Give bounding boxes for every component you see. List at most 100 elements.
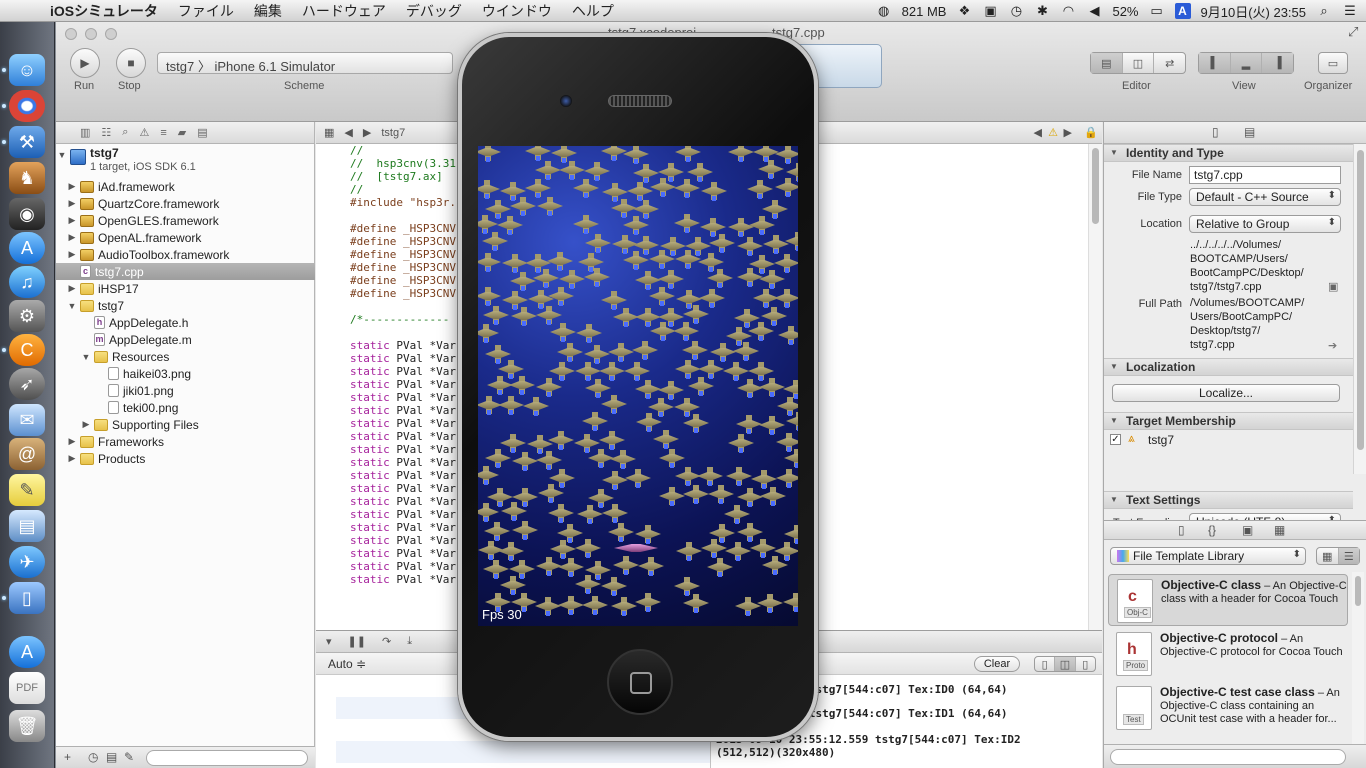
jump-project-crumb[interactable]: tstg7 (381, 127, 405, 139)
lock-icon[interactable]: 🔒 (1084, 126, 1098, 139)
minimize-window-button[interactable] (85, 28, 97, 40)
navigator-item[interactable]: ▼ tstg7 (56, 297, 315, 314)
navigator-item[interactable]: ▶ Frameworks (56, 433, 315, 450)
menu-help[interactable]: ヘルプ (562, 1, 624, 21)
ios-simulator-icon[interactable]: ▯ (9, 582, 45, 614)
app-store-icon[interactable]: A (9, 232, 45, 264)
navigator-item[interactable]: ▶ QuartzCore.framework (56, 195, 315, 212)
pdf-document-icon[interactable]: PDF (9, 672, 45, 704)
editor-scrollbar[interactable] (1088, 144, 1102, 630)
organizer-button[interactable]: ▭ (1318, 52, 1348, 74)
launchpad-icon[interactable]: ➶ (9, 368, 45, 400)
disclosure-closed-icon[interactable]: ▶ (66, 453, 78, 464)
variables-only-icon[interactable]: ▯ (1035, 657, 1056, 671)
file-template-item[interactable]: c Obj-C Objective-C class – An Objective-C… (1108, 574, 1348, 626)
log-navigator-icon[interactable]: ▤ (197, 126, 207, 139)
image-capture-icon[interactable]: ▤ (9, 510, 45, 542)
navigator-item[interactable]: haikei03.png (56, 365, 315, 382)
identity-section-header[interactable]: Identity and Type (1104, 144, 1353, 162)
text-settings-header[interactable]: Text Settings (1104, 491, 1353, 509)
navigator-item[interactable]: teki00.png (56, 399, 315, 416)
memory-usage[interactable]: 821 MB (902, 4, 947, 19)
next-issue-icon[interactable]: ▶ (1064, 126, 1072, 139)
volume-icon[interactable]: ◀ (1086, 3, 1102, 19)
project-root-row[interactable]: ▼ tstg7 1 target, iOS SDK 6.1 (56, 146, 315, 176)
file-template-library-icon[interactable]: ▯ (1178, 523, 1185, 537)
assistant-editor-icon[interactable]: ◫ (1123, 53, 1155, 73)
library-filter-input[interactable] (1110, 749, 1346, 765)
inspector-scroll-thumb[interactable] (1357, 150, 1364, 450)
variables-scope-select[interactable]: Auto ≑ (328, 657, 366, 671)
navigator-item[interactable]: jiki01.png (56, 382, 315, 399)
navigator-item[interactable]: ▶ Products (56, 450, 315, 467)
thunderbird-icon[interactable]: ✈ (9, 546, 45, 578)
scheme-selector[interactable]: tstg7 〉 iPhone 6.1 Simulator (157, 52, 453, 74)
time-machine-icon[interactable]: ◷ (1008, 3, 1024, 19)
file-template-item[interactable]: Test Objective-C test case class – An Obj… (1108, 682, 1348, 734)
preview-icon[interactable]: ✉ (9, 404, 45, 436)
console-only-icon[interactable]: ▯ (1076, 657, 1095, 671)
clock[interactable]: 9月10日(火) 23:55 (1201, 2, 1307, 21)
forward-icon[interactable]: ▶ (363, 126, 371, 139)
navigator-item[interactable]: ▶ Supporting Files (56, 416, 315, 433)
monitor-icon[interactable]: ▣ (982, 3, 998, 19)
disclosure-open-icon[interactable]: ▼ (80, 352, 92, 362)
choose-file-icon[interactable]: ▣ (1328, 280, 1338, 293)
menu-hardware[interactable]: ハードウェア (292, 1, 396, 21)
recent-files-icon[interactable]: ◷ (88, 750, 98, 764)
target-membership-header[interactable]: Target Membership (1104, 412, 1353, 430)
editor-scroll-thumb[interactable] (1092, 148, 1099, 224)
library-view-toggle[interactable]: ▦ ☰ (1316, 547, 1360, 565)
hide-debug-area-icon[interactable]: ▾ (326, 635, 332, 648)
object-library-icon[interactable]: ▣ (1242, 523, 1253, 537)
file-type-popup[interactable]: Default - C++ Source (1189, 188, 1341, 206)
library-type-popup[interactable]: File Template Library (1110, 547, 1306, 565)
add-file-icon[interactable]: + (64, 750, 71, 764)
clear-console-button[interactable]: Clear (974, 656, 1020, 672)
menu-edit[interactable]: 編集 (244, 1, 292, 21)
unsaved-filter-icon[interactable]: ✎ (124, 750, 134, 764)
source-control-filter-icon[interactable]: ▤ (106, 750, 117, 764)
xcode-icon[interactable]: ⚒ (9, 126, 45, 158)
project-navigator-icon[interactable]: ▥ (80, 126, 90, 139)
stickies-icon[interactable]: ✎ (9, 474, 45, 506)
issue-navigator-icon[interactable]: ⚠ (139, 126, 149, 139)
split-view-icon[interactable]: ◫ (1055, 657, 1076, 671)
navigator-item[interactable]: m AppDelegate.m (56, 331, 315, 348)
editor-mode-control[interactable]: ▤ ◫ ⇄ (1090, 52, 1186, 74)
reveal-in-finder-icon[interactable]: ➔ (1328, 339, 1337, 352)
disclosure-closed-icon[interactable]: ▶ (66, 198, 78, 209)
warning-icon[interactable]: ⚠ (1048, 126, 1058, 139)
library-scrollbar[interactable] (1352, 572, 1364, 748)
stop-button[interactable]: ■ (116, 48, 146, 78)
disclosure-closed-icon[interactable]: ▶ (80, 419, 92, 430)
step-into-icon[interactable]: ⤓ (407, 635, 412, 648)
close-window-button[interactable] (65, 28, 77, 40)
address-book-icon[interactable]: @ (9, 438, 45, 470)
location-popup[interactable]: Relative to Group (1189, 215, 1341, 233)
menu-file[interactable]: ファイル (168, 1, 244, 21)
navigator-item[interactable]: ▶ iHSP17 (56, 280, 315, 297)
run-button[interactable]: ▶ (70, 48, 100, 78)
file-inspector-icon[interactable]: ▯ (1212, 125, 1219, 139)
bluetooth-icon[interactable]: ✱ (1034, 3, 1050, 19)
navigator-item[interactable]: ▼ Resources (56, 348, 315, 365)
previous-issue-icon[interactable]: ◀ (1034, 126, 1042, 139)
notification-center-icon[interactable]: ☰ (1342, 3, 1358, 19)
fullscreen-icon[interactable]: ⤢ (1348, 24, 1358, 40)
simulator-screen[interactable]: Fps 30 (478, 146, 798, 626)
disclosure-open-icon[interactable]: ▼ (56, 150, 68, 160)
home-button[interactable] (607, 649, 673, 715)
applications-folder-icon[interactable]: A (9, 636, 45, 668)
menu-app-name[interactable]: iOSシミュレータ (40, 1, 168, 21)
cyberduck-icon[interactable]: C (9, 334, 45, 366)
localize-button[interactable]: Localize... (1112, 384, 1340, 402)
navigator-item[interactable]: ▶ iAd.framework (56, 178, 315, 195)
spotlight-search-icon[interactable]: ⌕ (1316, 3, 1332, 19)
navigator-item[interactable]: c tstg7.cpp (56, 263, 315, 280)
memory-meter-icon[interactable]: ◍ (876, 3, 892, 19)
dropbox-icon[interactable]: ❖ (956, 3, 972, 19)
system-preferences-icon[interactable]: ⚙ (9, 300, 45, 332)
navigator-filter-input[interactable] (146, 750, 308, 766)
input-method-icon[interactable]: A (1174, 3, 1191, 19)
